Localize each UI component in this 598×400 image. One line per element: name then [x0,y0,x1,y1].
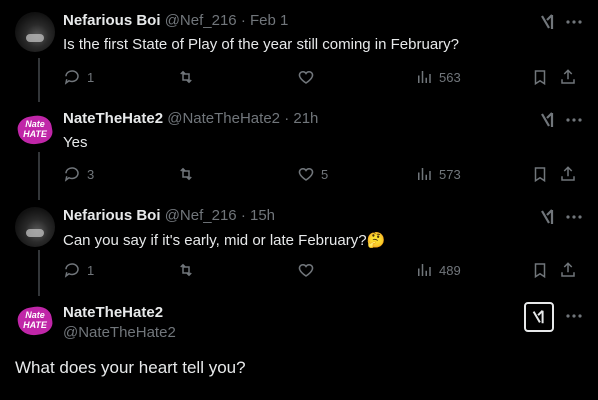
view-count: 573 [439,166,461,182]
tweet-text: Can you say if it's early, mid or late F… [63,232,386,249]
author-name[interactable]: Nefarious Boi [63,12,161,29]
views-icon [418,71,431,83]
tweet-actions: 1 489 [63,260,584,280]
retweet-button[interactable] [177,67,201,87]
share-icon [561,262,575,277]
timestamp[interactable]: · 21h [284,110,318,127]
author-name[interactable]: NateTheHate2 [63,110,163,127]
tweet-actions: 3 5 573 [63,164,584,184]
avatar-logo-text: Nate HATE [23,119,47,139]
reply-count: 1 [87,69,95,85]
view-count: 563 [439,69,461,85]
retweet-button[interactable] [177,164,201,184]
retweet-icon [180,263,192,277]
views-icon [418,168,431,180]
reply-count: 3 [87,166,95,182]
tweet-text: Yes [63,134,88,151]
grok-icon[interactable] [538,12,558,32]
tweet-header: NateTheHate2 @NateTheHate2 · 21h [63,110,318,127]
reply-icon [64,70,79,85]
author-handle[interactable]: @Nef_216 [165,207,237,224]
timestamp[interactable]: · Feb 1 [241,12,289,29]
author-name-text: NateTheHate2 [63,304,164,321]
grok-icon[interactable] [538,110,558,130]
more-icon[interactable] [564,306,584,326]
more-icon[interactable] [564,207,584,227]
author-name[interactable]: Nefarious Boi [63,207,161,224]
share-icon [561,166,575,181]
bookmark-icon [534,263,546,279]
retweet-icon [180,167,192,181]
tweet-header: Nefarious Boi @Nef_216 · Feb 1 [63,12,288,29]
tweet-text: Is the first State of Play of the year s… [63,36,460,53]
heart-icon [298,167,314,181]
grok-icon[interactable] [538,207,558,227]
avatar[interactable] [15,207,55,247]
reply-icon [64,167,79,182]
grok-icon [532,309,544,324]
views-button[interactable]: 573 [415,164,461,184]
views-button[interactable]: 489 [415,260,461,280]
like-button[interactable]: 5 [297,164,328,184]
retweet-button[interactable] [177,260,201,280]
tweet-header: Nefarious Boi @Nef_216 · 15h [63,207,275,224]
like-button[interactable] [297,260,321,280]
author-handle[interactable]: @NateTheHate2 [167,110,280,127]
reply-button[interactable]: 3 [63,164,94,184]
share-button[interactable] [559,164,577,184]
bookmark-icon [534,70,546,86]
bookmark-button[interactable] [531,260,549,280]
author-handle[interactable]: @NateTheHate2 [63,324,176,341]
bookmark-icon [534,167,546,183]
avatar-logo-text: Nate HATE [23,310,47,330]
author-name[interactable]: NateTheHate2 [63,304,163,321]
reply-icon [64,263,79,278]
like-count: 5 [321,166,329,182]
grok-button[interactable] [524,302,554,332]
heart-icon [298,70,314,84]
reply-button[interactable]: 1 [63,67,94,87]
tweet-text: What does your heart tell you? [15,358,246,377]
views-icon [418,264,431,276]
view-count: 489 [439,262,461,278]
reply-count: 1 [87,262,95,278]
avatar[interactable]: Nate HATE [15,301,55,341]
timestamp[interactable]: · 15h [241,207,275,224]
author-handle[interactable]: @Nef_216 [165,12,237,29]
more-icon[interactable] [564,12,584,32]
tweet-actions: 1 563 [63,67,584,87]
reply-button[interactable]: 1 [63,260,94,280]
share-icon [561,69,575,84]
share-button[interactable] [559,260,577,280]
thread-line [38,58,40,102]
heart-icon [298,263,314,277]
thread-line [38,152,40,200]
like-button[interactable] [297,67,321,87]
more-icon[interactable] [564,110,584,130]
share-button[interactable] [559,67,577,87]
bookmark-button[interactable] [531,67,549,87]
avatar[interactable]: Nate HATE [15,110,55,150]
bookmark-button[interactable] [531,164,549,184]
views-button[interactable]: 563 [415,67,461,87]
retweet-icon [180,70,192,84]
avatar[interactable] [15,12,55,52]
thread-line [38,250,40,296]
